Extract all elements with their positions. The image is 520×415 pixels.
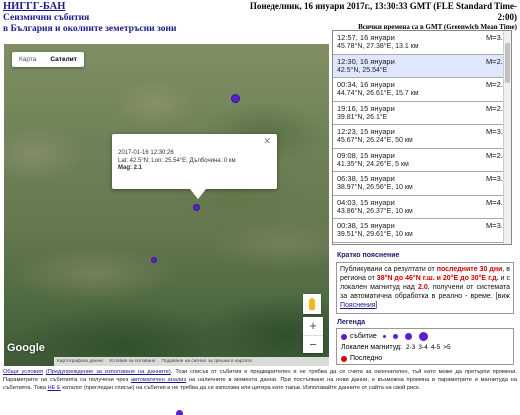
event-location: 39.51°N, 29.61°E, 10 км <box>337 231 413 238</box>
event-list-item[interactable]: 06:38, 15 януари 38.97°N, 26.56°E, 10 км M… <box>333 172 511 196</box>
attribution-report[interactable]: Подаване на сигнал за грешка в картата <box>161 357 251 366</box>
list-scrollbar[interactable] <box>503 31 511 244</box>
zoom-out-button[interactable]: − <box>303 335 323 353</box>
earthquake-marker[interactable] <box>231 94 240 103</box>
expl-text: ] <box>375 302 378 309</box>
event-location: 44.74°N, 26.61°E, 15.7 км <box>337 90 419 97</box>
expl-highlight: 2.0 <box>417 284 428 291</box>
explanation-box: Публикувани са резултати от последните 3… <box>336 262 514 314</box>
legend-magnitude-row: Локален магнитуд: 2-3 3-4 4-5 >5 <box>341 342 509 353</box>
street-view-pegman-icon[interactable] <box>303 294 321 314</box>
event-list-item[interactable]: 00:38, 15 януари 39.51°N, 29.61°E, 10 км M… <box>333 219 511 243</box>
scale-value: >5 <box>443 344 451 351</box>
explanation-title: Кратко пояснение <box>337 252 400 259</box>
event-dot-icon <box>176 410 183 415</box>
legend-box: събитие Локален магнитуд: 2-3 3-4 4-5 >5… <box>336 328 514 365</box>
terms-link[interactable]: Общи условия <box>3 369 43 375</box>
map-attribution: Картографски данни Условия за ползване П… <box>54 357 329 366</box>
event-time: 22:38, 14 януари <box>337 245 508 246</box>
datetime-header: Понеделник, 16 януари 2017г., 13:30:33 G… <box>247 1 517 32</box>
event-location: 41.35°N, 24.26°E, 5 км <box>337 160 409 168</box>
close-icon[interactable]: ✕ <box>263 136 271 147</box>
event-list-item[interactable]: 22:38, 14 януари <box>333 242 511 246</box>
earthquake-marker-selected[interactable] <box>193 204 200 211</box>
event-dot-icon <box>341 333 347 340</box>
info-magnitude: Mag: 2.1 <box>118 165 143 171</box>
info-coords: Lat: 42.5°N; Lon: 25.54°E; Дълбочина: 0 … <box>118 157 236 164</box>
event-info-window: ✕ 2017-01-16 12:30:26 Lat: 42.5°N; Lon: … <box>112 134 277 199</box>
event-location: 45.67°N, 26.24°E, 50 км <box>337 137 413 144</box>
event-time: 12:23, 15 януари <box>337 127 395 136</box>
event-list-item[interactable]: 04:03, 15 януари 43.86°N, 26.37°E, 10 км M… <box>333 195 511 219</box>
attribution-map-data[interactable]: Картографски данни <box>57 357 103 366</box>
org-link[interactable]: НИГГГ-БАН <box>3 1 243 13</box>
expl-text: Публикувани са резултати от <box>340 266 437 273</box>
event-location: 43.86°N, 26.37°E, 10 км <box>337 207 413 215</box>
legend-title: Легенда <box>337 319 366 326</box>
site-title-line2: в България и околните земетръсни зони <box>3 24 177 34</box>
magnitude-dots <box>382 332 431 341</box>
attribution-terms[interactable]: Условия за ползване <box>109 357 156 366</box>
event-time: 00:38, 15 януари <box>337 221 395 230</box>
legend-event-row: събитие <box>341 331 509 342</box>
event-time: 12:57, 16 януари <box>337 33 395 42</box>
event-list-item[interactable]: 12:57, 16 януари 45.78°N, 27.38°E, 13.1 к… <box>333 31 511 55</box>
event-list[interactable]: 12:57, 16 януари 45.78°N, 27.38°E, 13.1 к… <box>332 30 512 245</box>
event-location: 45.78°N, 27.38°E, 13.1 км <box>337 43 419 50</box>
automatic-analysis-link[interactable]: автоматичен анализ <box>131 377 186 383</box>
tab-map[interactable]: Карта <box>12 52 43 67</box>
mag-dot-icon <box>418 332 428 341</box>
zoom-control: + − <box>303 317 323 353</box>
not-catalog-link[interactable]: НЕ Е <box>47 385 60 391</box>
event-time: 19:16, 15 януари <box>337 103 395 113</box>
footer-text: каталог (прегледан списък) на събития и … <box>60 385 421 391</box>
legend-last-row: Последно <box>341 353 509 364</box>
map-view[interactable]: Карта Сателит ✕ 2017-01-16 12:30:26 Lat:… <box>4 44 329 366</box>
google-logo: Google <box>7 342 45 354</box>
mag-dot-icon <box>404 333 412 340</box>
scale-value: 2-3 <box>406 344 416 351</box>
event-location: 39.81°N, 26.1°E <box>337 113 388 121</box>
event-list-item[interactable]: 12:23, 15 януари 45.67°N, 26.24°E, 50 км M… <box>333 125 511 149</box>
event-location: 38.97°N, 26.56°E, 10 км <box>337 184 413 191</box>
legend-event-label: събитие <box>350 333 377 340</box>
event-location: 42.5°N, 25.54°E <box>337 66 388 74</box>
last-event-dot-icon <box>341 355 347 362</box>
event-time: 06:38, 15 януари <box>337 174 395 183</box>
data-warning-link[interactable]: (Предупреждение за използване на данните… <box>46 369 171 375</box>
legend-last-label: Последно <box>350 355 383 362</box>
legend-magnitude-label: Локален магнитуд: <box>341 344 403 351</box>
event-list-item[interactable]: 12:30, 16 януари 42.5°N, 25.54°E M=2.1 <box>333 54 511 78</box>
mag-dot-icon <box>392 334 398 339</box>
current-datetime: Понеделник, 16 януари 2017г., 13:30:33 G… <box>249 1 517 22</box>
tab-satellite[interactable]: Сателит <box>43 52 84 67</box>
disclaimer-footer: Общи условия (Предупреждение за използва… <box>3 368 517 392</box>
magnitude-scale: 2-3 3-4 4-5 >5 <box>406 344 451 351</box>
scale-value: 3-4 <box>418 344 428 351</box>
event-time: 04:03, 15 януари <box>337 197 395 207</box>
event-time: 00:34, 16 януари <box>337 80 395 89</box>
expl-highlight: последните 30 дни <box>436 266 503 273</box>
site-header: НИГГГ-БАН Сеизмични събития в България и… <box>3 1 243 35</box>
site-title-line1: Сеизмични събития <box>3 13 90 23</box>
event-list-item[interactable]: 09:08, 15 януари 41.35°N, 24.26°E, 5 км M=… <box>333 148 511 172</box>
scale-value: 4-5 <box>430 344 441 351</box>
event-time: 09:08, 15 януари <box>337 150 395 160</box>
info-datetime: 2017-01-16 12:30:26 <box>118 150 174 156</box>
zoom-in-button[interactable]: + <box>303 317 323 335</box>
expl-highlight: 38°N до 46°N г.ш. и 20°E до 30°E г.д. <box>376 275 499 282</box>
event-time: 12:30, 16 януари <box>337 56 395 66</box>
earthquake-marker[interactable] <box>151 257 157 263</box>
mag-dot-icon <box>382 335 386 338</box>
explanations-link[interactable]: Пояснения <box>340 302 376 309</box>
event-list-item[interactable]: 00:34, 16 януари 44.74°N, 26.61°E, 15.7 к… <box>333 78 511 102</box>
map-type-control: Карта Сателит <box>12 52 84 67</box>
event-list-item[interactable]: 19:16, 15 януари 39.81°N, 26.1°E M=2.6 <box>333 101 511 125</box>
